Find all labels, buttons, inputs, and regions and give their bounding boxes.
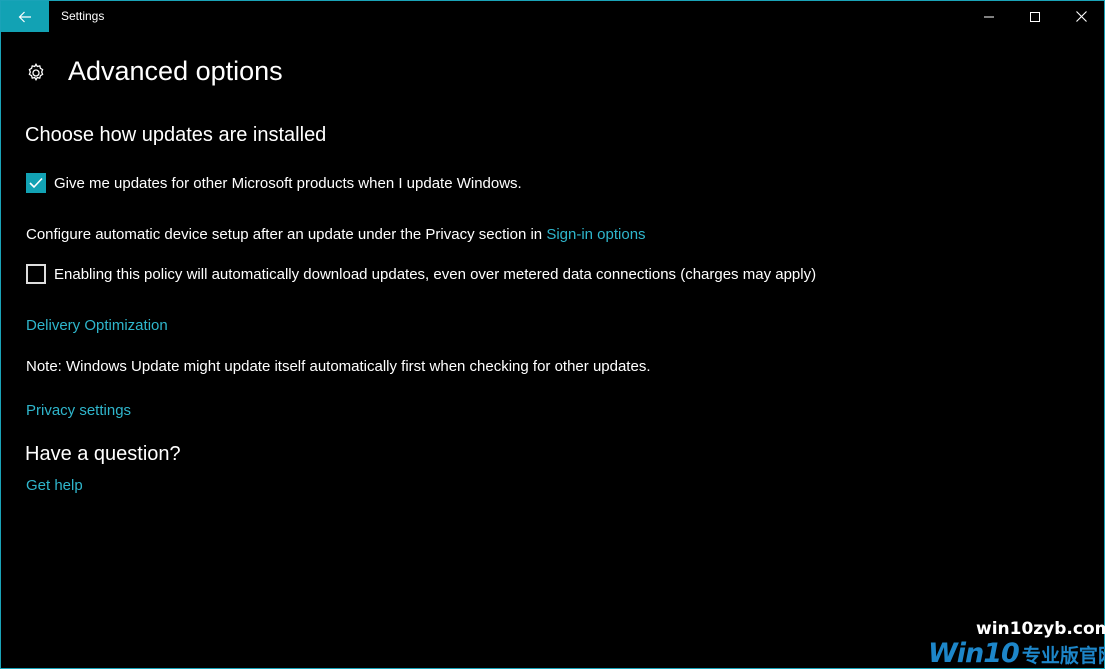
microsoft-products-checkbox-row[interactable]: Give me updates for other Microsoft prod… <box>26 173 522 193</box>
microsoft-products-checkbox-label: Give me updates for other Microsoft prod… <box>54 174 522 192</box>
privacy-settings-link[interactable]: Privacy settings <box>26 402 131 419</box>
close-button[interactable] <box>1058 1 1104 32</box>
device-setup-text: Configure automatic device setup after a… <box>26 226 547 243</box>
note-text: Note: Windows Update might update itself… <box>26 358 651 375</box>
metered-connection-checkbox[interactable] <box>26 264 46 284</box>
back-button[interactable] <box>1 1 49 32</box>
window-title: Settings <box>61 9 105 23</box>
delivery-optimization-link[interactable]: Delivery Optimization <box>26 317 168 334</box>
maximize-button[interactable] <box>1012 1 1058 32</box>
metered-checkbox-label: Enabling this policy will automatically … <box>54 265 817 283</box>
checkmark-icon <box>29 177 43 189</box>
sign-in-options-link[interactable]: Sign-in options <box>546 226 645 243</box>
maximize-icon <box>1030 11 1040 22</box>
section-title-help: Have a question? <box>25 443 181 465</box>
close-icon <box>1075 11 1087 22</box>
watermark-brand-cn: 专业版官网 <box>1021 645 1105 667</box>
metered-checkbox-row[interactable]: Enabling this policy will automatically … <box>26 264 816 284</box>
watermark-logo: Win10 专业版官网 <box>928 638 1105 669</box>
gear-icon <box>28 63 44 81</box>
title-bar[interactable]: Settings <box>1 1 1104 32</box>
watermark-domain: win10zyb.com <box>976 619 1105 639</box>
microsoft-products-checkbox[interactable] <box>26 173 46 193</box>
back-arrow-icon <box>18 11 31 22</box>
get-help-link[interactable]: Get help <box>26 477 83 494</box>
device-setup-text-line: Configure automatic device setup after a… <box>26 226 646 243</box>
settings-window: Settings Advanced options Choose how upd… <box>0 0 1105 669</box>
section-title-updates: Choose how updates are installed <box>25 124 327 146</box>
minimize-button[interactable] <box>966 1 1012 32</box>
minimize-icon <box>984 16 994 17</box>
watermark-brand: Win10 <box>928 638 1020 669</box>
page-title: Advanced options <box>68 56 283 86</box>
